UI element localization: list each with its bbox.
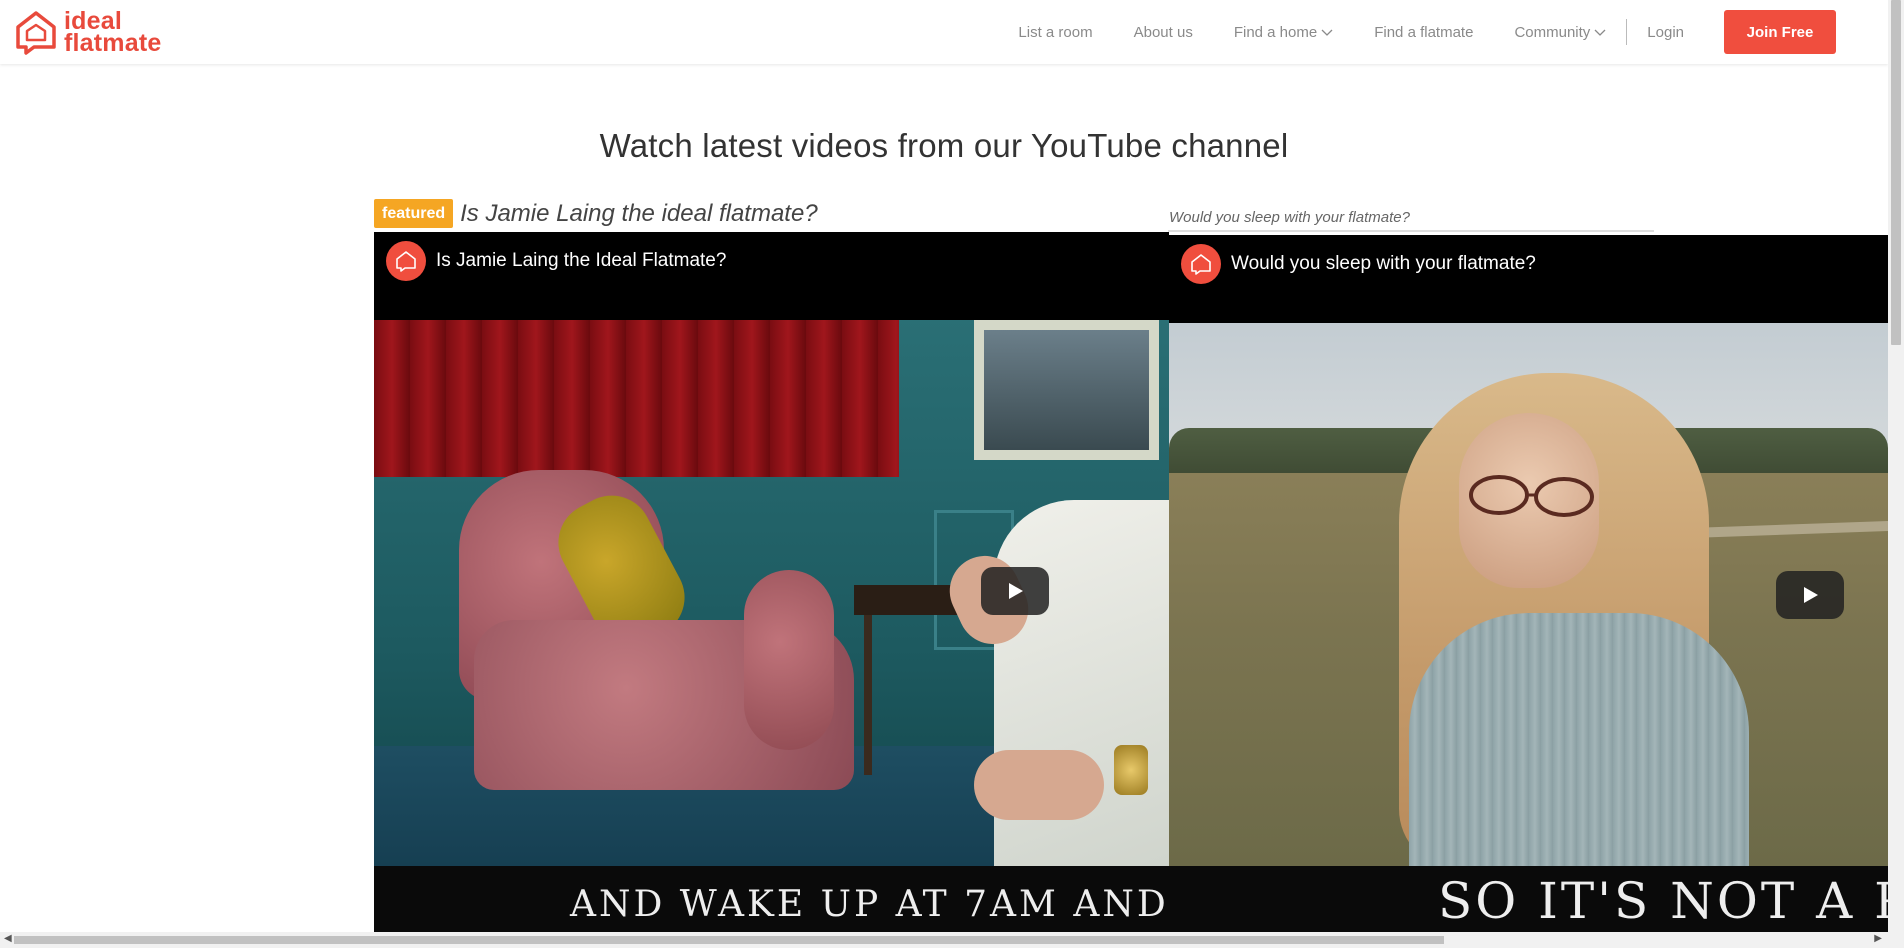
logo-text: ideal flatmate <box>64 9 162 57</box>
section-title: Watch latest videos from our YouTube cha… <box>599 127 1289 164</box>
login-link[interactable]: Login <box>1647 24 1684 41</box>
nav-find-a-home[interactable]: Find a home <box>1234 24 1333 41</box>
video-title[interactable]: Is Jamie Laing the Ideal Flatmate? <box>436 250 726 272</box>
video-title-bar: Would you sleep with your flatmate? <box>1169 235 1888 323</box>
video-subtitle-bar: SO IT'S NOT A P <box>1169 866 1888 932</box>
horizontal-scrollbar[interactable]: ◀ ▶ <box>0 932 1904 948</box>
scene-picture <box>974 320 1159 460</box>
video-player-1[interactable]: Is Jamie Laing the Ideal Flatmate? AND W… <box>374 232 1169 932</box>
nav-about-us[interactable]: About us <box>1134 24 1193 41</box>
channel-logo-icon <box>396 251 416 272</box>
scene-curtain <box>374 320 899 477</box>
play-button[interactable] <box>1776 571 1844 619</box>
play-icon <box>1804 587 1818 603</box>
chevron-down-icon <box>1321 29 1333 36</box>
vertical-scrollbar-thumb[interactable] <box>1891 0 1901 345</box>
scroll-left-arrow-icon[interactable]: ◀ <box>4 933 12 944</box>
video-title[interactable]: Would you sleep with your flatmate? <box>1231 253 1536 275</box>
video-subtitle-bar: AND WAKE UP AT 7AM AND BE A <box>374 866 1169 932</box>
horizontal-scrollbar-thumb[interactable] <box>14 936 1444 944</box>
logo-house-icon <box>16 11 56 55</box>
nav-label: Find a home <box>1233 23 1318 41</box>
video-subtitle: SO IT'S NOT A P <box>1438 872 1888 930</box>
channel-avatar[interactable] <box>1181 244 1221 284</box>
chevron-down-icon <box>1594 29 1606 36</box>
join-free-button[interactable]: Join Free <box>1724 10 1836 54</box>
page: ideal flatmate List a room About us Find… <box>0 0 1904 948</box>
channel-avatar[interactable] <box>386 241 426 281</box>
video-thumbnail-1[interactable] <box>374 320 1169 866</box>
main-nav: List a room About us Find a home Find a … <box>977 10 1836 54</box>
scene-chair-arm <box>744 570 834 750</box>
scene-table-leg <box>864 615 872 775</box>
nav-label: List a room <box>1018 23 1093 41</box>
nav-label: About us <box>1133 23 1193 41</box>
site-header: ideal flatmate List a room About us Find… <box>0 0 1888 64</box>
play-button[interactable] <box>981 567 1049 615</box>
video-title-bar: Is Jamie Laing the Ideal Flatmate? <box>374 232 1169 320</box>
nav-find-a-flatmate[interactable]: Find a flatmate <box>1374 24 1473 41</box>
video2-caption[interactable]: Would you sleep with your flatmate? <box>1169 209 1410 226</box>
featured-row: featured Is Jamie Laing the ideal flatma… <box>374 199 818 228</box>
channel-logo-icon <box>1191 254 1211 275</box>
video2-caption-divider <box>1168 230 1654 232</box>
nav-label: Community <box>1514 23 1591 41</box>
logo[interactable]: ideal flatmate <box>14 9 162 57</box>
featured-badge: featured <box>374 199 454 228</box>
vertical-scrollbar[interactable] <box>1888 0 1904 932</box>
video-player-2[interactable]: Would you sleep with your flatmate? SO I… <box>1169 235 1888 932</box>
scene-glasses <box>1469 475 1594 517</box>
video-subtitle: AND WAKE UP AT 7AM AND BE A <box>570 884 1169 925</box>
scene-watch <box>1114 745 1148 795</box>
nav-list-a-room[interactable]: List a room <box>1018 24 1092 41</box>
nav-community[interactable]: Community <box>1514 24 1606 41</box>
scene-hand <box>974 750 1104 820</box>
scroll-right-arrow-icon[interactable]: ▶ <box>1874 933 1882 944</box>
featured-title[interactable]: Is Jamie Laing the ideal flatmate? <box>460 200 818 228</box>
nav-divider <box>1626 19 1628 45</box>
logo-line-2: flatmate <box>64 29 162 57</box>
play-icon <box>1009 583 1023 599</box>
nav-label: Find a flatmate <box>1374 23 1474 41</box>
scene-sweater <box>1409 613 1749 869</box>
